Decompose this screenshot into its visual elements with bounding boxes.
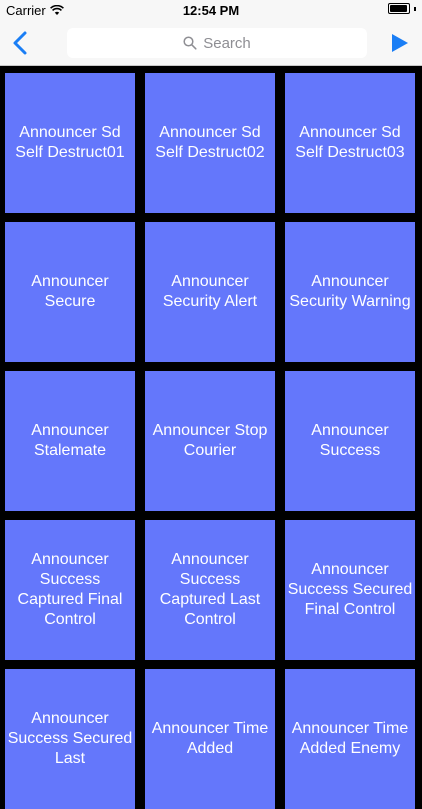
battery-icon	[388, 3, 410, 14]
sound-tile[interactable]: Announcer Time Added Enemy	[285, 669, 415, 809]
status-time: 12:54 PM	[182, 3, 240, 18]
sound-tile[interactable]: Announcer Success Captured Final Control	[5, 520, 135, 660]
sound-tile[interactable]: Announcer Time Added	[145, 669, 275, 809]
sound-tile[interactable]: Announcer Success Secured Last	[5, 669, 135, 809]
back-chevron-icon[interactable]	[10, 30, 32, 56]
search-placeholder: Search	[203, 34, 251, 52]
sound-tile[interactable]: Announcer Stop Courier	[145, 371, 275, 511]
search-icon	[183, 36, 197, 50]
sound-tile[interactable]: Announcer Success Secured Final Control	[285, 520, 415, 660]
status-bar: Carrier 12:54 PM	[0, 0, 422, 22]
sound-tile[interactable]: Announcer Sd Self Destruct03	[285, 73, 415, 213]
sound-tile[interactable]: Announcer Security Warning	[285, 222, 415, 362]
search-input[interactable]: Search	[67, 28, 367, 58]
battery-tip	[414, 6, 416, 11]
sound-tile[interactable]: Announcer Stalemate	[5, 371, 135, 511]
sound-tile[interactable]: Announcer Success	[285, 371, 415, 511]
nav-bar: Search	[0, 22, 422, 66]
status-right	[388, 3, 416, 14]
sound-grid: Announcer Sd Self Destruct01 Announcer S…	[5, 73, 417, 809]
sound-tile[interactable]: Announcer Secure	[5, 222, 135, 362]
sound-tile[interactable]: Announcer Success Captured Last Control	[145, 520, 275, 660]
sound-tile[interactable]: Announcer Sd Self Destruct01	[5, 73, 135, 213]
play-icon[interactable]	[390, 32, 410, 54]
sound-tile[interactable]: Announcer Sd Self Destruct02	[145, 73, 275, 213]
sound-tile[interactable]: Announcer Security Alert	[145, 222, 275, 362]
